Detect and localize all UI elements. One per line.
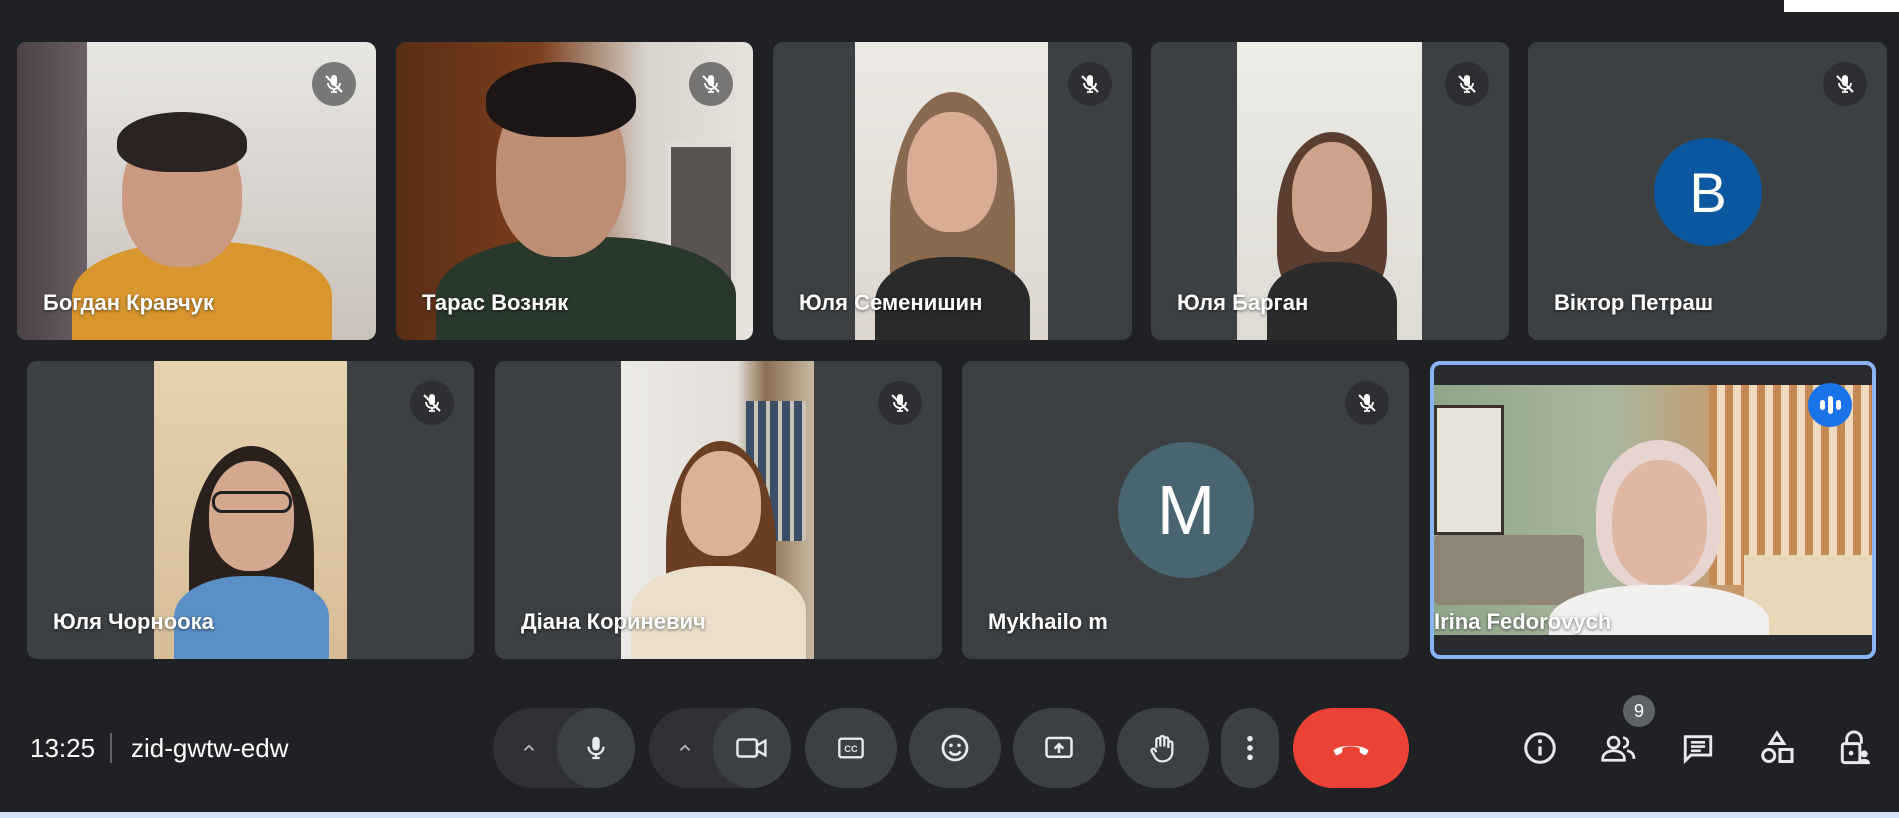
mic-off-icon [1445,62,1489,106]
present-screen-icon [1045,736,1073,758]
participant-name: Mykhailo m [988,609,1108,634]
participant-tile[interactable]: Юля Семенишин [773,42,1132,340]
present-screen-button[interactable] [1013,708,1105,788]
footer-divider [110,733,112,763]
mic-off-icon [410,381,454,425]
microphone-button[interactable] [557,708,635,788]
participant-name: Irina Fedorovych [1434,609,1612,634]
mic-off-icon [312,62,356,106]
top-corner-box [1784,0,1899,12]
participant-tile[interactable]: Юля Барган [1151,42,1509,340]
chevron-up-icon [523,744,535,751]
mic-off-icon [1068,62,1112,106]
mic-control-group [493,708,635,788]
participant-name: Віктор Петраш [1554,290,1714,315]
participant-tile[interactable]: Юля Чорноока [27,361,474,659]
participant-name: Тарас Возняк [422,290,569,315]
more-options-button[interactable] [1221,708,1279,788]
participant-name: Юля Семенишин [799,290,983,315]
meeting-info-button[interactable] [1508,716,1572,780]
lock-person-icon [1840,730,1871,765]
activities-button[interactable] [1745,716,1809,780]
camera-control-group [649,708,791,788]
participant-tile[interactable]: Богдан Кравчук [17,42,376,340]
microphone-icon [587,736,605,760]
chat-icon [1683,735,1713,765]
raise-hand-button[interactable] [1117,708,1209,788]
participant-video [1434,385,1872,635]
info-icon [1524,732,1556,764]
participant-name: Богдан Кравчук [43,290,214,315]
participant-tile[interactable]: Тарас Возняк [396,42,753,340]
avatar: M [1118,442,1254,578]
participant-name: Юля Чорноока [53,609,214,634]
meeting-code: zid-gwtw-edw [131,733,289,763]
participant-name: Юля Барган [1177,290,1309,315]
shapes-icon [1761,730,1794,763]
mic-off-icon [689,62,733,106]
phone-hangup-icon [1333,745,1369,756]
mic-options-button[interactable] [503,708,555,788]
avatar: В [1654,138,1762,246]
participant-tile[interactable]: Діана Кориневич [495,361,942,659]
camera-options-button[interactable] [659,708,711,788]
emoji-smile-icon [941,734,969,762]
participant-tile[interactable]: M Mykhailo m [962,361,1409,659]
chevron-up-icon [679,744,691,751]
participant-tile[interactable]: В Віктор Петраш [1528,42,1887,340]
mic-off-icon [1345,381,1389,425]
speaking-indicator-icon [1808,383,1852,427]
mic-off-icon [878,381,922,425]
people-icon [1601,735,1636,762]
camera-icon [736,738,767,758]
mic-off-icon [1823,62,1867,106]
host-controls-button[interactable] [1822,716,1886,780]
leave-call-button[interactable] [1293,708,1409,788]
meeting-time: 13:25 [30,733,96,763]
svg-text:CC: CC [844,744,858,754]
chat-button[interactable] [1666,716,1730,780]
bottom-edge-bar [0,812,1899,818]
closed-captions-icon: CC [838,737,864,759]
captions-button[interactable]: CC [805,708,897,788]
more-vertical-icon [1247,735,1253,761]
participant-tile-active-speaker[interactable]: Irina Fedorovych [1430,361,1876,659]
hand-icon [1150,734,1174,763]
people-button[interactable] [1587,716,1651,780]
reactions-button[interactable] [909,708,1001,788]
camera-button[interactable] [713,708,791,788]
participant-name: Діана Кориневич [521,609,706,634]
